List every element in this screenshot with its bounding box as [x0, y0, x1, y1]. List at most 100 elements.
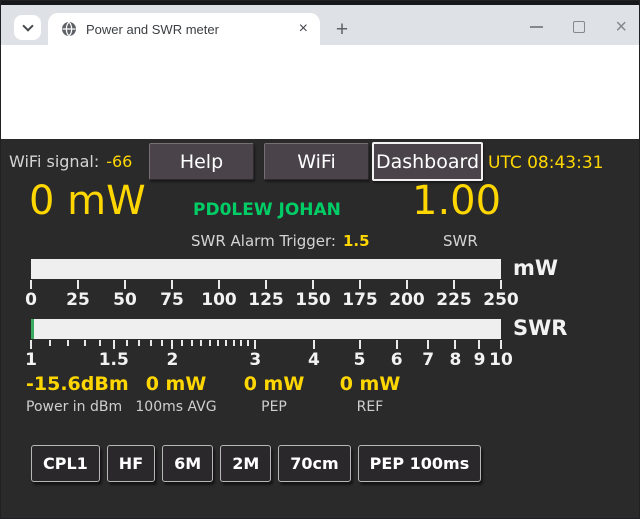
browser-window: Power and SWR meter × + × Not secure pow…: [0, 0, 640, 519]
scale-label: 150: [291, 290, 335, 310]
tick-mark: [209, 340, 211, 346]
bookmarks-bar: Apps Power and SWR me...: [1, 96, 640, 139]
swr-meter-unit: SWR: [513, 316, 567, 340]
scale-label: 75: [150, 290, 194, 310]
stat-ref: 0 mW REF: [310, 373, 430, 415]
tick-mark: [150, 340, 152, 346]
tick-mark: [113, 340, 115, 349]
stat-value: -15.6dBm: [26, 373, 129, 395]
tab-strip: Power and SWR meter × + ×: [1, 5, 640, 45]
globe-icon: [61, 21, 77, 37]
tick-mark: [254, 340, 256, 349]
tick-mark: [313, 340, 315, 349]
power-meter-unit: mW: [513, 256, 558, 280]
scale-label: 4: [292, 350, 336, 370]
tab-close-icon[interactable]: ×: [299, 21, 308, 37]
tick-mark: [312, 280, 314, 289]
navigation-bar: Not secure powermeter.local ★ ⋮: [1, 45, 640, 96]
window-close-icon[interactable]: ×: [615, 17, 627, 37]
band-button-2m[interactable]: 2M: [220, 445, 271, 482]
tick-mark: [171, 280, 173, 289]
scale-label: 50: [103, 290, 147, 310]
tick-mark: [84, 340, 86, 346]
tick-mark: [67, 340, 69, 346]
dashboard-button[interactable]: Dashboard: [372, 142, 483, 181]
tick-mark: [124, 280, 126, 289]
scale-label: 225: [432, 290, 476, 310]
scale-label: 125: [244, 290, 288, 310]
tab-search-button[interactable]: [14, 15, 41, 40]
stat-value: 0 mW: [310, 373, 430, 395]
tick-mark: [359, 340, 361, 349]
tick-mark: [359, 280, 361, 289]
tick-mark: [453, 280, 455, 289]
band-button-cpl1[interactable]: CPL1: [31, 445, 100, 482]
swr-meter-bar: [31, 319, 501, 339]
power-meter-ticks: [31, 280, 501, 290]
tick-mark: [181, 340, 183, 346]
tick-mark: [217, 340, 219, 346]
tick-mark: [99, 340, 101, 346]
scale-label: 0: [9, 290, 53, 310]
tick-mark: [247, 340, 249, 346]
wifi-signal-label: WiFi signal:: [9, 152, 99, 171]
tab-title: Power and SWR meter: [86, 22, 299, 37]
window-controls: ×: [530, 9, 633, 45]
scale-label: 200: [385, 290, 429, 310]
callsign: PD0LEW JOHAN: [193, 200, 341, 220]
tick-mark: [30, 280, 32, 289]
minimize-icon[interactable]: [530, 26, 543, 28]
scale-label: 10: [479, 350, 523, 370]
scale-label: 250: [479, 290, 523, 310]
powermeter-page: WiFi signal: -66 Help WiFi Dashboard UTC…: [1, 139, 640, 519]
swr-alarm-value: 1.5: [343, 232, 370, 250]
tick-mark: [478, 340, 480, 349]
wifi-signal: WiFi signal: -66: [9, 152, 132, 171]
tick-mark: [161, 340, 163, 346]
swr-meter-scale: 11.52345678910: [31, 350, 501, 370]
band-button-70cm[interactable]: 70cm: [278, 445, 350, 482]
tick-mark: [406, 280, 408, 289]
chevron-down-icon: [22, 20, 33, 31]
tick-mark: [77, 280, 79, 289]
tick-mark: [126, 340, 128, 346]
tick-mark: [427, 340, 429, 349]
stat-label: Power in dBm: [26, 399, 129, 415]
utc-clock: UTC 08:43:31: [488, 153, 603, 173]
scale-label: 175: [338, 290, 382, 310]
band-button-6m[interactable]: 6M: [162, 445, 213, 482]
help-button[interactable]: Help: [149, 143, 254, 180]
browser-tab[interactable]: Power and SWR meter ×: [48, 13, 320, 45]
tick-mark: [233, 340, 235, 346]
swr-meter-fill: [31, 319, 34, 339]
tick-mark: [218, 280, 220, 289]
swr-alarm: SWR Alarm Trigger: 1.5: [191, 232, 370, 250]
wifi-signal-value: -66: [106, 152, 132, 171]
tick-mark: [171, 340, 173, 349]
tick-mark: [200, 340, 202, 346]
stat-power-dbm: -15.6dBm Power in dBm: [26, 373, 129, 415]
tick-mark: [191, 340, 193, 346]
scale-label: 1.5: [92, 350, 136, 370]
power-meter-bar: [31, 259, 501, 279]
swr-meter-ticks: [31, 340, 501, 350]
tick-mark: [30, 340, 32, 349]
tick-mark: [500, 280, 502, 289]
scale-label: 3: [233, 350, 277, 370]
tick-mark: [225, 340, 227, 346]
tick-mark: [49, 340, 51, 346]
scale-label: 100: [197, 290, 241, 310]
maximize-icon[interactable]: [573, 21, 585, 33]
scale-label: 1: [9, 350, 53, 370]
power-meter-scale: 0255075100125150175200225250: [31, 290, 501, 310]
band-button-pep-100ms[interactable]: PEP 100ms: [358, 445, 482, 482]
tick-mark: [265, 280, 267, 289]
wifi-button[interactable]: WiFi: [264, 143, 369, 180]
power-readout: 0 mW: [29, 181, 146, 221]
swr-caption: SWR: [443, 232, 478, 250]
band-button-hf[interactable]: HF: [107, 445, 155, 482]
tick-mark: [138, 340, 140, 346]
swr-alarm-label: SWR Alarm Trigger:: [191, 232, 336, 250]
new-tab-button[interactable]: +: [329, 17, 355, 43]
tick-mark: [500, 340, 502, 349]
